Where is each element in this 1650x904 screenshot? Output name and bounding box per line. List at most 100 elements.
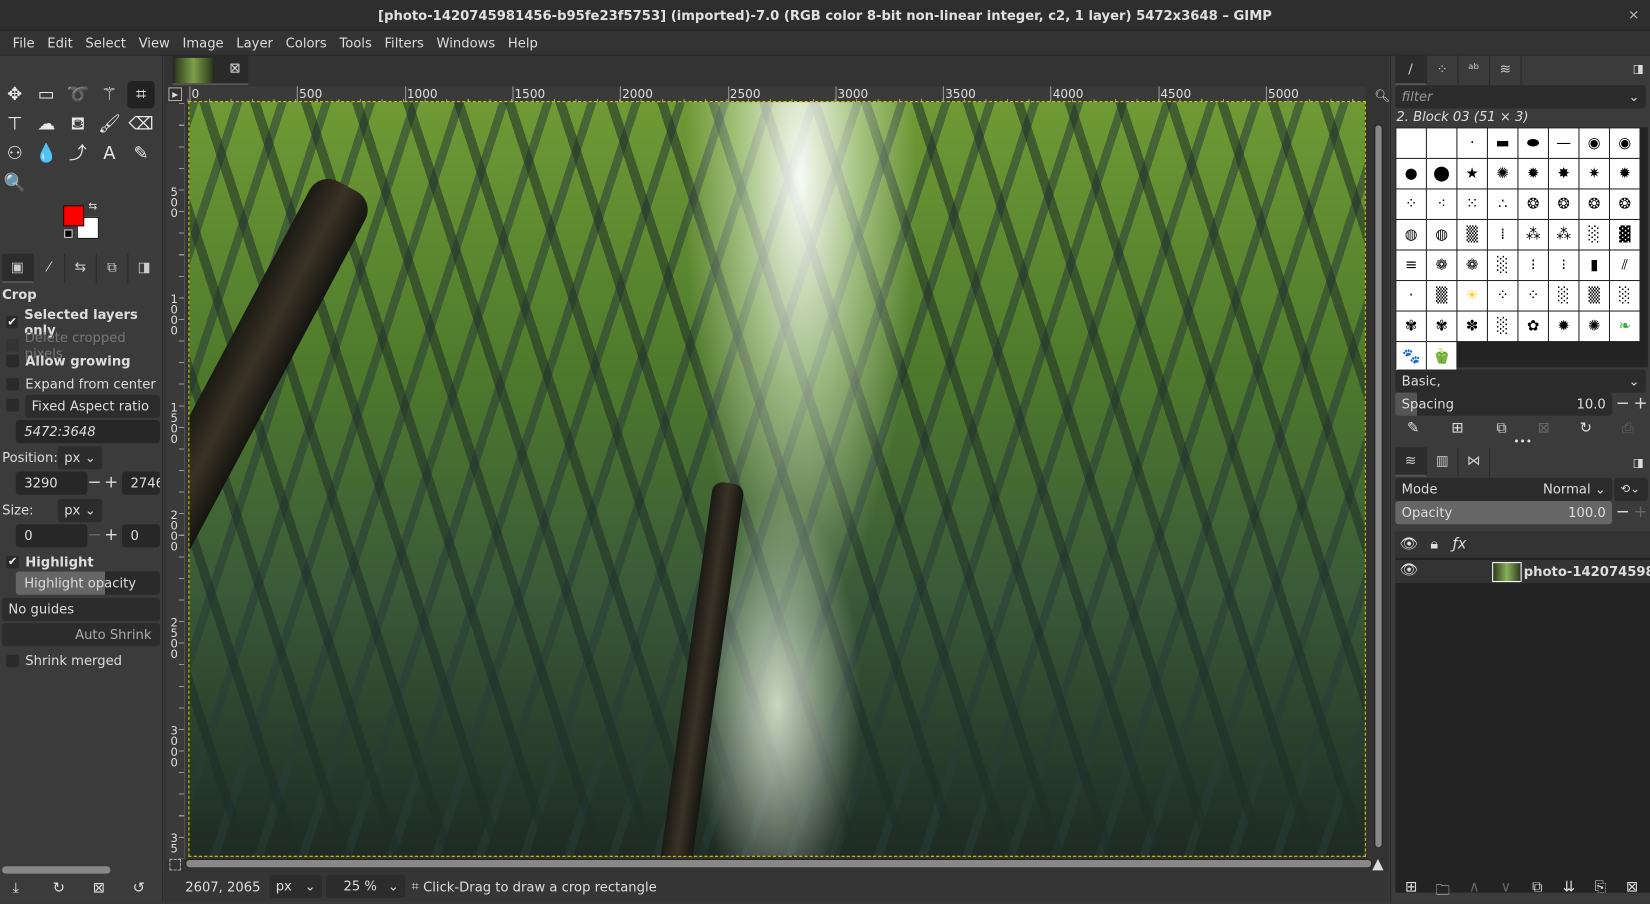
vertical-ruler[interactable]: 5001000150020002500300035 [166, 103, 185, 859]
tab-menu-icon[interactable]: ◨ [1633, 62, 1644, 76]
guides-dropdown[interactable]: No guides [2, 598, 160, 621]
tab-document-history[interactable]: ≋ [1490, 56, 1522, 85]
new-layer-icon[interactable]: ⊞ [1400, 879, 1423, 896]
brush-item[interactable]: ✸ [1549, 159, 1578, 188]
edit-brush-icon[interactable]: ✎ [1402, 420, 1425, 437]
increment-icon[interactable]: + [104, 524, 118, 544]
brush-item[interactable]: 🫑 [1427, 342, 1456, 371]
new-brush-icon[interactable]: ⊞ [1446, 420, 1469, 437]
brush-item[interactable]: ✽ [1457, 312, 1486, 341]
tab-paths[interactable]: ⋈ [1458, 447, 1490, 476]
brush-item[interactable]: ❧ [1610, 312, 1639, 341]
brush-item[interactable]: ⁘ [1396, 189, 1425, 218]
brush-item[interactable]: ⬬ [1518, 128, 1547, 157]
brush-item[interactable]: ◉ [1610, 128, 1639, 157]
layer-mode-dropdown[interactable]: ModeNormal ⌄ [1395, 478, 1612, 501]
brush-item[interactable]: ▒ [1457, 220, 1486, 249]
close-window-button[interactable]: × [1628, 0, 1639, 31]
menu-filters[interactable]: Filters [378, 31, 430, 55]
tab-tool-options[interactable]: ▣ [2, 254, 34, 283]
clone-tool[interactable]: ⚇ [1, 140, 28, 167]
merge-layer-icon[interactable]: ⇊ [1557, 879, 1580, 896]
menu-windows[interactable]: Windows [430, 31, 501, 55]
lasso-tool[interactable]: ➰ [64, 81, 91, 108]
brush-item[interactable]: ▬ [1488, 128, 1517, 157]
zoom-tool[interactable]: 🔍 [1, 169, 28, 196]
effects-icon[interactable]: ƒx [1448, 536, 1471, 553]
brush-item[interactable]: ◉ [1580, 128, 1609, 157]
brush-item[interactable]: ❂ [1580, 189, 1609, 218]
auto-shrink-button[interactable]: Auto Shrink [2, 623, 160, 646]
brush-item[interactable]: ░ [1488, 251, 1517, 280]
brush-item[interactable]: ░ [1488, 312, 1517, 341]
zoom-dropdown[interactable]: 25 %⌄ [326, 875, 405, 898]
default-colors-icon[interactable] [64, 229, 72, 237]
brush-item[interactable]: ▒ [1580, 281, 1609, 310]
brush-item[interactable]: ⁝ [1518, 251, 1547, 280]
brush-item[interactable]: · [1396, 281, 1425, 310]
decrement-icon[interactable]: − [87, 472, 101, 492]
pane-handle-icon[interactable]: ••• [1511, 437, 1534, 449]
brush-preset-dropdown[interactable]: Basic,⌄ [1395, 369, 1645, 392]
image-canvas[interactable] [189, 102, 1364, 856]
brush-item[interactable]: ▒ [1427, 281, 1456, 310]
brush-item[interactable]: ⁝ [1549, 251, 1578, 280]
text-tool[interactable]: A [96, 140, 123, 167]
tab-layers[interactable]: ≋ [1395, 447, 1427, 476]
fuzzy-select-tool[interactable]: ⚚ [96, 81, 123, 108]
brush-item[interactable]: ✿ [1518, 312, 1547, 341]
menu-file[interactable]: File [6, 31, 41, 55]
brush-item[interactable]: ▓ [1610, 220, 1639, 249]
brush-item[interactable]: ✺ [1488, 159, 1517, 188]
close-tab-icon[interactable]: ⊠ [229, 61, 240, 77]
size-h-field[interactable]: 0 [122, 524, 160, 547]
brush-item[interactable]: ✹ [1610, 159, 1639, 188]
position-y-field[interactable]: 2746 [122, 472, 160, 495]
allow-growing-checkbox[interactable]: Allow growing [6, 353, 130, 369]
paths-tool[interactable]: ⤴ [64, 140, 91, 167]
brush-item[interactable] [1427, 128, 1456, 157]
brush-item[interactable]: ★ [1457, 159, 1486, 188]
duplicate-brush-icon[interactable]: ⧉ [1490, 420, 1513, 437]
brush-item[interactable]: ⁘ [1488, 281, 1517, 310]
brush-item[interactable]: 🐾 [1396, 342, 1425, 371]
menu-image[interactable]: Image [176, 31, 230, 55]
increment-icon[interactable]: + [104, 472, 118, 492]
brush-item[interactable]: ∴ [1488, 189, 1517, 218]
brush-item[interactable]: ◍ [1396, 220, 1425, 249]
brush-item[interactable]: ✹ [1518, 159, 1547, 188]
horizontal-scrollbar[interactable] [185, 859, 1372, 868]
menu-layer[interactable]: Layer [230, 31, 279, 55]
position-unit-dropdown[interactable]: px⌄ [58, 446, 102, 469]
menu-view[interactable]: View [132, 31, 176, 55]
visibility-icon[interactable]: 👁︎ [1397, 562, 1420, 579]
increment-icon[interactable]: + [1629, 393, 1650, 413]
unit-dropdown[interactable]: px⌄ [269, 875, 322, 898]
brush-item[interactable]: ◍ [1427, 220, 1456, 249]
brush-item[interactable]: ❁ [1427, 251, 1456, 280]
brush-item[interactable]: ⁖ [1427, 189, 1456, 218]
brush-item[interactable]: ✾ [1427, 312, 1456, 341]
brush-item[interactable]: ░ [1549, 281, 1578, 310]
tab-channels[interactable]: ▥ [1427, 447, 1459, 476]
eraser-tool[interactable]: ⌫ [127, 111, 154, 138]
color-picker-tool[interactable]: ✎ [127, 140, 154, 167]
brush-item[interactable]: ● [1396, 159, 1425, 188]
fixed-aspect-dropdown[interactable]: Fixed Aspect ratio⌄ [25, 395, 160, 418]
configure-tab-button[interactable]: ◨ [128, 254, 160, 283]
save-options-icon[interactable]: ⤓ [13, 880, 20, 897]
brush-item[interactable]: ░ [1610, 281, 1639, 310]
unified-transform-tool[interactable]: ⊤ [1, 111, 28, 138]
brush-item[interactable]: ✺ [1580, 312, 1609, 341]
bucket-fill-tool[interactable]: ⛾ [64, 111, 91, 138]
brush-item[interactable]: ▮ [1580, 251, 1609, 280]
zoom-navigate-icon[interactable]: 🔍︎ [1374, 88, 1390, 103]
brush-item[interactable]: ⫽ [1610, 251, 1639, 280]
menu-edit[interactable]: Edit [41, 31, 79, 55]
aspect-ratio-field[interactable]: 5472:3648 [16, 420, 160, 443]
highlight-opacity-slider[interactable]: Highlight opacity [16, 572, 160, 595]
tab-brushes[interactable]: / [1395, 56, 1427, 85]
brush-item[interactable]: ❂ [1518, 189, 1547, 218]
expand-from-center-checkbox[interactable]: Expand from center [6, 376, 155, 392]
tab-menu-icon[interactable]: ◨ [1633, 456, 1644, 470]
